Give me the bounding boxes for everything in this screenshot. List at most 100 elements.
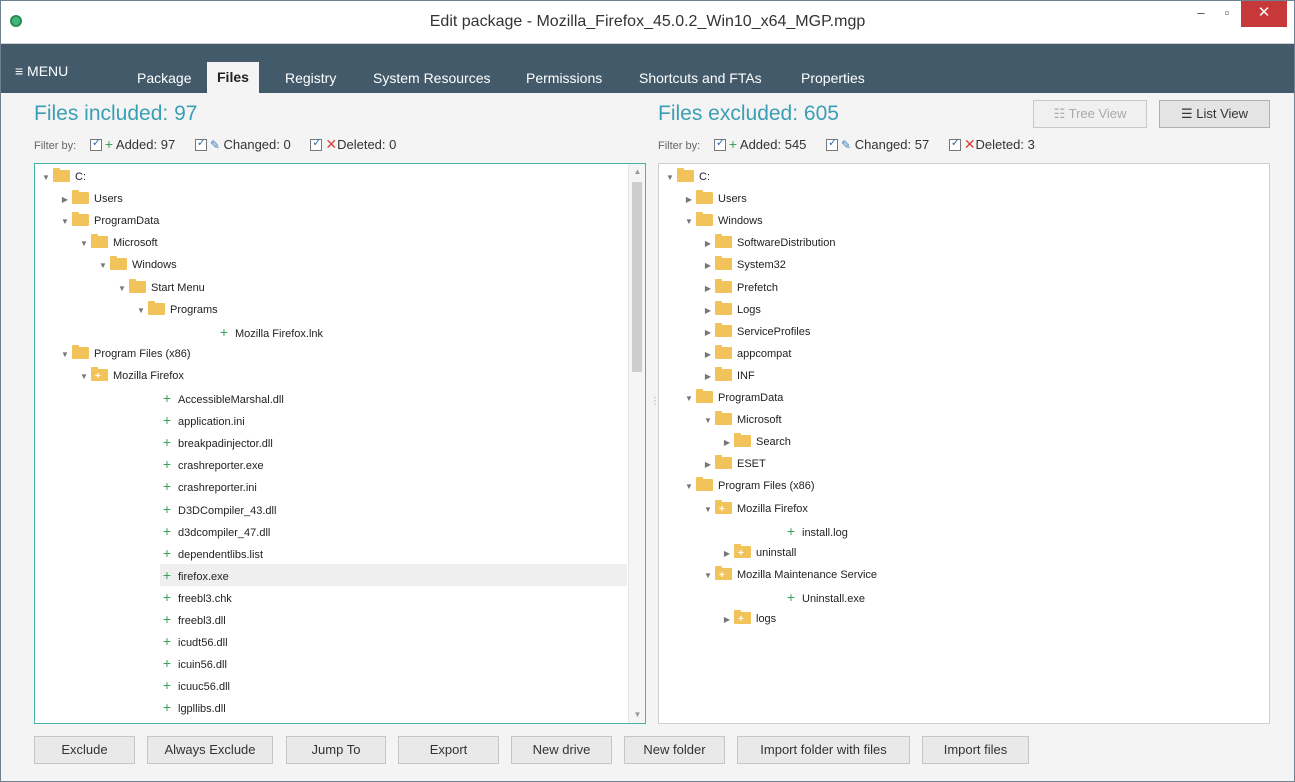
expand-arrow-icon[interactable]: ▶ — [682, 189, 696, 211]
maximize-button[interactable]: ▫ — [1213, 1, 1241, 27]
tab-files[interactable]: Files — [207, 62, 259, 93]
scrollbar[interactable]: ▲ ▼ — [628, 164, 645, 723]
tree-file-row[interactable]: + install.log — [720, 520, 848, 542]
tree-folder-row[interactable]: ▶ appcompat — [701, 343, 791, 365]
tree-file-row[interactable]: + dependentlibs.list — [96, 542, 263, 564]
expand-arrow-icon[interactable]: ▶ — [720, 432, 734, 454]
collapse-arrow-icon[interactable]: ▼ — [134, 300, 148, 322]
close-button[interactable]: ✕ — [1241, 1, 1287, 27]
tree-file-row[interactable]: + application.ini — [96, 409, 245, 431]
tree-file-row[interactable]: + d3dcompiler_47.dll — [96, 520, 270, 542]
tab-properties[interactable]: Properties — [791, 65, 875, 93]
filter-changed[interactable]: ✎ Changed: 0 — [191, 136, 291, 152]
tree-file-row[interactable]: + lgpllibs.dll — [96, 696, 226, 718]
tree-folder-row[interactable]: ▼ Start Menu — [115, 277, 205, 299]
tree-file-row[interactable]: + Mozilla Firefox.lnk — [153, 321, 323, 343]
tree-folder-row[interactable]: ▶ INF — [701, 365, 755, 387]
tab-shortcuts-and-ftas[interactable]: Shortcuts and FTAs — [629, 65, 772, 93]
tree-folder-row[interactable]: ▶ Users — [58, 188, 123, 210]
expand-arrow-icon[interactable]: ▶ — [701, 344, 715, 366]
filter-deleted[interactable]: ✕Deleted: 0 — [306, 136, 396, 152]
expand-arrow-icon[interactable]: ▶ — [720, 543, 734, 565]
expand-arrow-icon[interactable]: ▶ — [701, 322, 715, 344]
tree-folder-row[interactable]: ▶ ESET — [701, 453, 766, 475]
import-files-button[interactable]: Import files — [922, 736, 1029, 764]
tree-folder-row[interactable]: ▼ Windows — [682, 210, 763, 232]
scroll-thumb[interactable] — [632, 182, 642, 372]
expand-arrow-icon[interactable]: ▶ — [701, 454, 715, 476]
collapse-arrow-icon[interactable]: ▼ — [682, 211, 696, 233]
tree-folder-row[interactable]: ▼ ProgramData — [682, 387, 783, 409]
tree-folder-row[interactable]: ▶ Search — [720, 431, 791, 453]
tree-folder-row[interactable]: ▼ Mozilla Firefox — [77, 365, 184, 388]
collapse-arrow-icon[interactable]: ▼ — [58, 344, 72, 366]
export-button[interactable]: Export — [398, 736, 499, 764]
new-drive-button[interactable]: New drive — [511, 736, 612, 764]
tree-folder-row[interactable]: ▼ Mozilla Firefox — [701, 498, 808, 521]
tree-folder-row[interactable]: ▼ Program Files (x86) — [682, 475, 815, 497]
checkbox-icon[interactable] — [89, 136, 102, 151]
checkbox-icon[interactable] — [826, 136, 839, 151]
tree-folder-row[interactable]: ▶ System32 — [701, 254, 786, 276]
tab-system-resources[interactable]: System Resources — [363, 65, 500, 93]
tree-file-row[interactable]: + AccessibleMarshal.dll — [96, 387, 284, 409]
tree-folder-row[interactable]: ▼ C: — [39, 166, 86, 188]
collapse-arrow-icon[interactable]: ▼ — [663, 167, 677, 189]
collapse-arrow-icon[interactable]: ▼ — [701, 499, 715, 521]
tree-file-row[interactable]: + D3DCompiler_43.dll — [96, 498, 277, 520]
panel-splitter-handle[interactable]: ⋮ — [650, 397, 660, 415]
tab-registry[interactable]: Registry — [275, 65, 346, 93]
tree-folder-row[interactable]: ▼ Programs — [134, 299, 218, 321]
exclude-button[interactable]: Exclude — [34, 736, 135, 764]
checkbox-icon[interactable] — [948, 136, 961, 151]
filter-added[interactable]: + Added: 545 — [710, 136, 806, 152]
tree-folder-row[interactable]: ▶ SoftwareDistribution — [701, 232, 835, 254]
filter-deleted[interactable]: ✕Deleted: 3 — [945, 136, 1035, 152]
tree-folder-row[interactable]: ▶ uninstall — [720, 542, 796, 565]
tree-folder-row[interactable]: ▶ Prefetch — [701, 277, 778, 299]
tree-file-row[interactable]: + icuin56.dll — [96, 652, 227, 674]
expand-arrow-icon[interactable]: ▶ — [720, 609, 734, 631]
checkbox-icon[interactable] — [310, 136, 323, 151]
tree-folder-row[interactable]: ▼ ProgramData — [58, 210, 159, 232]
collapse-arrow-icon[interactable]: ▼ — [115, 278, 129, 300]
expand-arrow-icon[interactable]: ▶ — [701, 278, 715, 300]
tree-view-button[interactable]: ☷ Tree View — [1033, 100, 1147, 128]
collapse-arrow-icon[interactable]: ▼ — [77, 233, 91, 255]
import-folder-with-files-button[interactable]: Import folder with files — [737, 736, 910, 764]
tree-file-row[interactable]: + breakpadinjector.dll — [96, 431, 273, 453]
collapse-arrow-icon[interactable]: ▼ — [96, 255, 110, 277]
tree-file-row[interactable]: + freebl3.chk — [96, 586, 232, 608]
tab-package[interactable]: Package — [127, 65, 201, 93]
tree-file-row[interactable]: + Uninstall.exe — [720, 586, 865, 608]
excluded-files-tree[interactable]: ▼ C: ▶ Users ▼ Windows ▶ SoftwareDistribution ▶ S… — [658, 163, 1270, 724]
tree-folder-row[interactable]: ▼ Program Files (x86) — [58, 343, 191, 365]
tree-file-row[interactable]: + icudt56.dll — [96, 630, 228, 652]
tree-folder-row[interactable]: ▼ Microsoft — [77, 232, 158, 254]
tree-file-row[interactable]: + crashreporter.exe — [96, 453, 264, 475]
collapse-arrow-icon[interactable]: ▼ — [701, 565, 715, 587]
expand-arrow-icon[interactable]: ▶ — [58, 189, 72, 211]
collapse-arrow-icon[interactable]: ▼ — [77, 366, 91, 388]
filter-changed[interactable]: ✎ Changed: 57 — [822, 136, 929, 152]
tree-folder-row[interactable]: ▼ C: — [663, 166, 710, 188]
included-files-tree[interactable]: ▲ ▼ ▼ C: ▶ Users ▼ ProgramData ▼ Microsoft ▼ Wind… — [34, 163, 646, 724]
tree-folder-row[interactable]: ▼ Mozilla Maintenance Service — [701, 564, 877, 587]
collapse-arrow-icon[interactable]: ▼ — [682, 388, 696, 410]
tree-file-row[interactable]: + icuuc56.dll — [96, 674, 230, 696]
menu-button[interactable]: ≡ MENU — [15, 63, 68, 79]
tree-folder-row[interactable]: ▶ Users — [682, 188, 747, 210]
collapse-arrow-icon[interactable]: ▼ — [682, 476, 696, 498]
collapse-arrow-icon[interactable]: ▼ — [701, 410, 715, 432]
list-view-button[interactable]: ☰ List View — [1159, 100, 1270, 128]
scroll-down-arrow-icon[interactable]: ▼ — [629, 707, 645, 723]
expand-arrow-icon[interactable]: ▶ — [701, 300, 715, 322]
tab-permissions[interactable]: Permissions — [516, 65, 612, 93]
tree-folder-row[interactable]: ▶ logs — [720, 608, 776, 631]
new-folder-button[interactable]: New folder — [624, 736, 725, 764]
collapse-arrow-icon[interactable]: ▼ — [39, 167, 53, 189]
checkbox-icon[interactable] — [194, 136, 207, 151]
always-exclude-button[interactable]: Always Exclude — [147, 736, 273, 764]
checkbox-icon[interactable] — [713, 136, 726, 151]
tree-folder-row[interactable]: ▼ Windows — [96, 254, 177, 276]
